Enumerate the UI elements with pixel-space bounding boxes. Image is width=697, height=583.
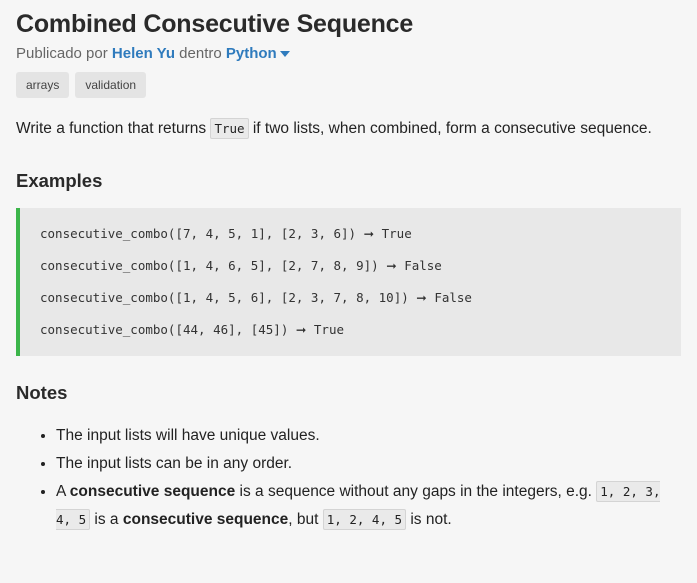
example-result: True — [381, 226, 412, 241]
arrow-icon: ➞ — [295, 322, 307, 337]
example-line: consecutive_combo([7, 4, 5, 1], [2, 3, 6… — [40, 222, 661, 254]
example-result: True — [313, 322, 345, 337]
description-text-end: if two lists, when combined, form a cons… — [252, 120, 652, 137]
language-dropdown[interactable]: Python — [226, 45, 290, 62]
byline-middle: dentro — [179, 45, 222, 62]
example-line: consecutive_combo([44, 46], [45]) ➞ True — [40, 318, 661, 342]
byline: Publicado por Helen Yu dentro Python — [16, 45, 681, 62]
arrow-icon: ➞ — [416, 290, 427, 305]
inline-code: 1, 2, 4, 5 — [322, 509, 407, 530]
author-link[interactable]: Helen Yu — [112, 45, 175, 62]
arrow-icon: ➞ — [386, 258, 397, 273]
example-call: consecutive_combo([7, 4, 5, 1], [2, 3, 6… — [40, 226, 357, 241]
note-item: A consecutive sequence is a sequence wit… — [56, 478, 681, 534]
examples-code-block: consecutive_combo([7, 4, 5, 1], [2, 3, 6… — [16, 208, 681, 356]
inline-code-true: True — [210, 118, 249, 139]
page-title: Combined Consecutive Sequence — [16, 10, 414, 38]
language-label: Python — [225, 45, 277, 62]
note-bold: consecutive sequence — [69, 483, 236, 500]
example-call: consecutive_combo([1, 4, 6, 5], [2, 7, 8… — [40, 258, 379, 273]
examples-heading: Examples — [16, 170, 103, 191]
tag-arrays[interactable]: arrays — [16, 72, 70, 98]
challenge-page: Combined Consecutive Sequence Publicado … — [0, 0, 697, 534]
note-item: The input lists can be in any order. — [56, 450, 681, 478]
example-call: consecutive_combo([44, 46], [45]) — [40, 322, 289, 337]
note-item: The input lists will have unique values. — [56, 422, 681, 450]
notes-list: The input lists will have unique values.… — [16, 422, 681, 534]
byline-prefix: Publicado por — [16, 45, 108, 62]
note-text: is not. — [410, 511, 452, 528]
notes-heading: Notes — [16, 382, 68, 403]
challenge-description: Write a function that returns True if tw… — [16, 116, 681, 142]
note-bold: consecutive sequence — [122, 511, 289, 528]
arrow-icon: ➞ — [363, 226, 375, 241]
note-text: , but — [288, 511, 319, 528]
note-text: is a — [94, 511, 119, 528]
example-result: False — [434, 290, 472, 305]
note-text: A — [56, 483, 66, 500]
example-line: consecutive_combo([1, 4, 5, 6], [2, 3, 7… — [40, 286, 661, 318]
description-text: Write a function that returns — [16, 120, 207, 137]
example-call: consecutive_combo([1, 4, 5, 6], [2, 3, 7… — [40, 290, 409, 305]
example-result: False — [404, 258, 442, 273]
note-text: is a sequence without any gaps in the in… — [239, 483, 592, 500]
tag-list: arrays validation — [16, 72, 681, 98]
example-line: consecutive_combo([1, 4, 6, 5], [2, 7, 8… — [40, 254, 661, 286]
caret-down-icon — [279, 51, 290, 58]
tag-validation[interactable]: validation — [75, 72, 147, 98]
